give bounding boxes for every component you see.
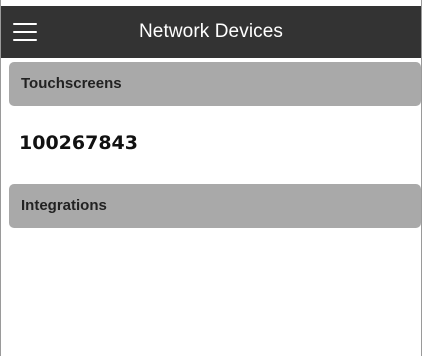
app-screen: Network Devices Touchscreens 100267843 I…	[0, 0, 422, 356]
section-label-integrations: Integrations	[21, 197, 107, 214]
app-header: Network Devices	[1, 6, 421, 58]
page-title: Network Devices	[138, 21, 284, 42]
section-header-touchscreens[interactable]: Touchscreens	[9, 62, 421, 106]
list-item-touchscreen[interactable]: 100267843	[19, 128, 138, 158]
section-label-touchscreens: Touchscreens	[21, 75, 122, 92]
section-header-integrations[interactable]: Integrations	[9, 184, 421, 228]
